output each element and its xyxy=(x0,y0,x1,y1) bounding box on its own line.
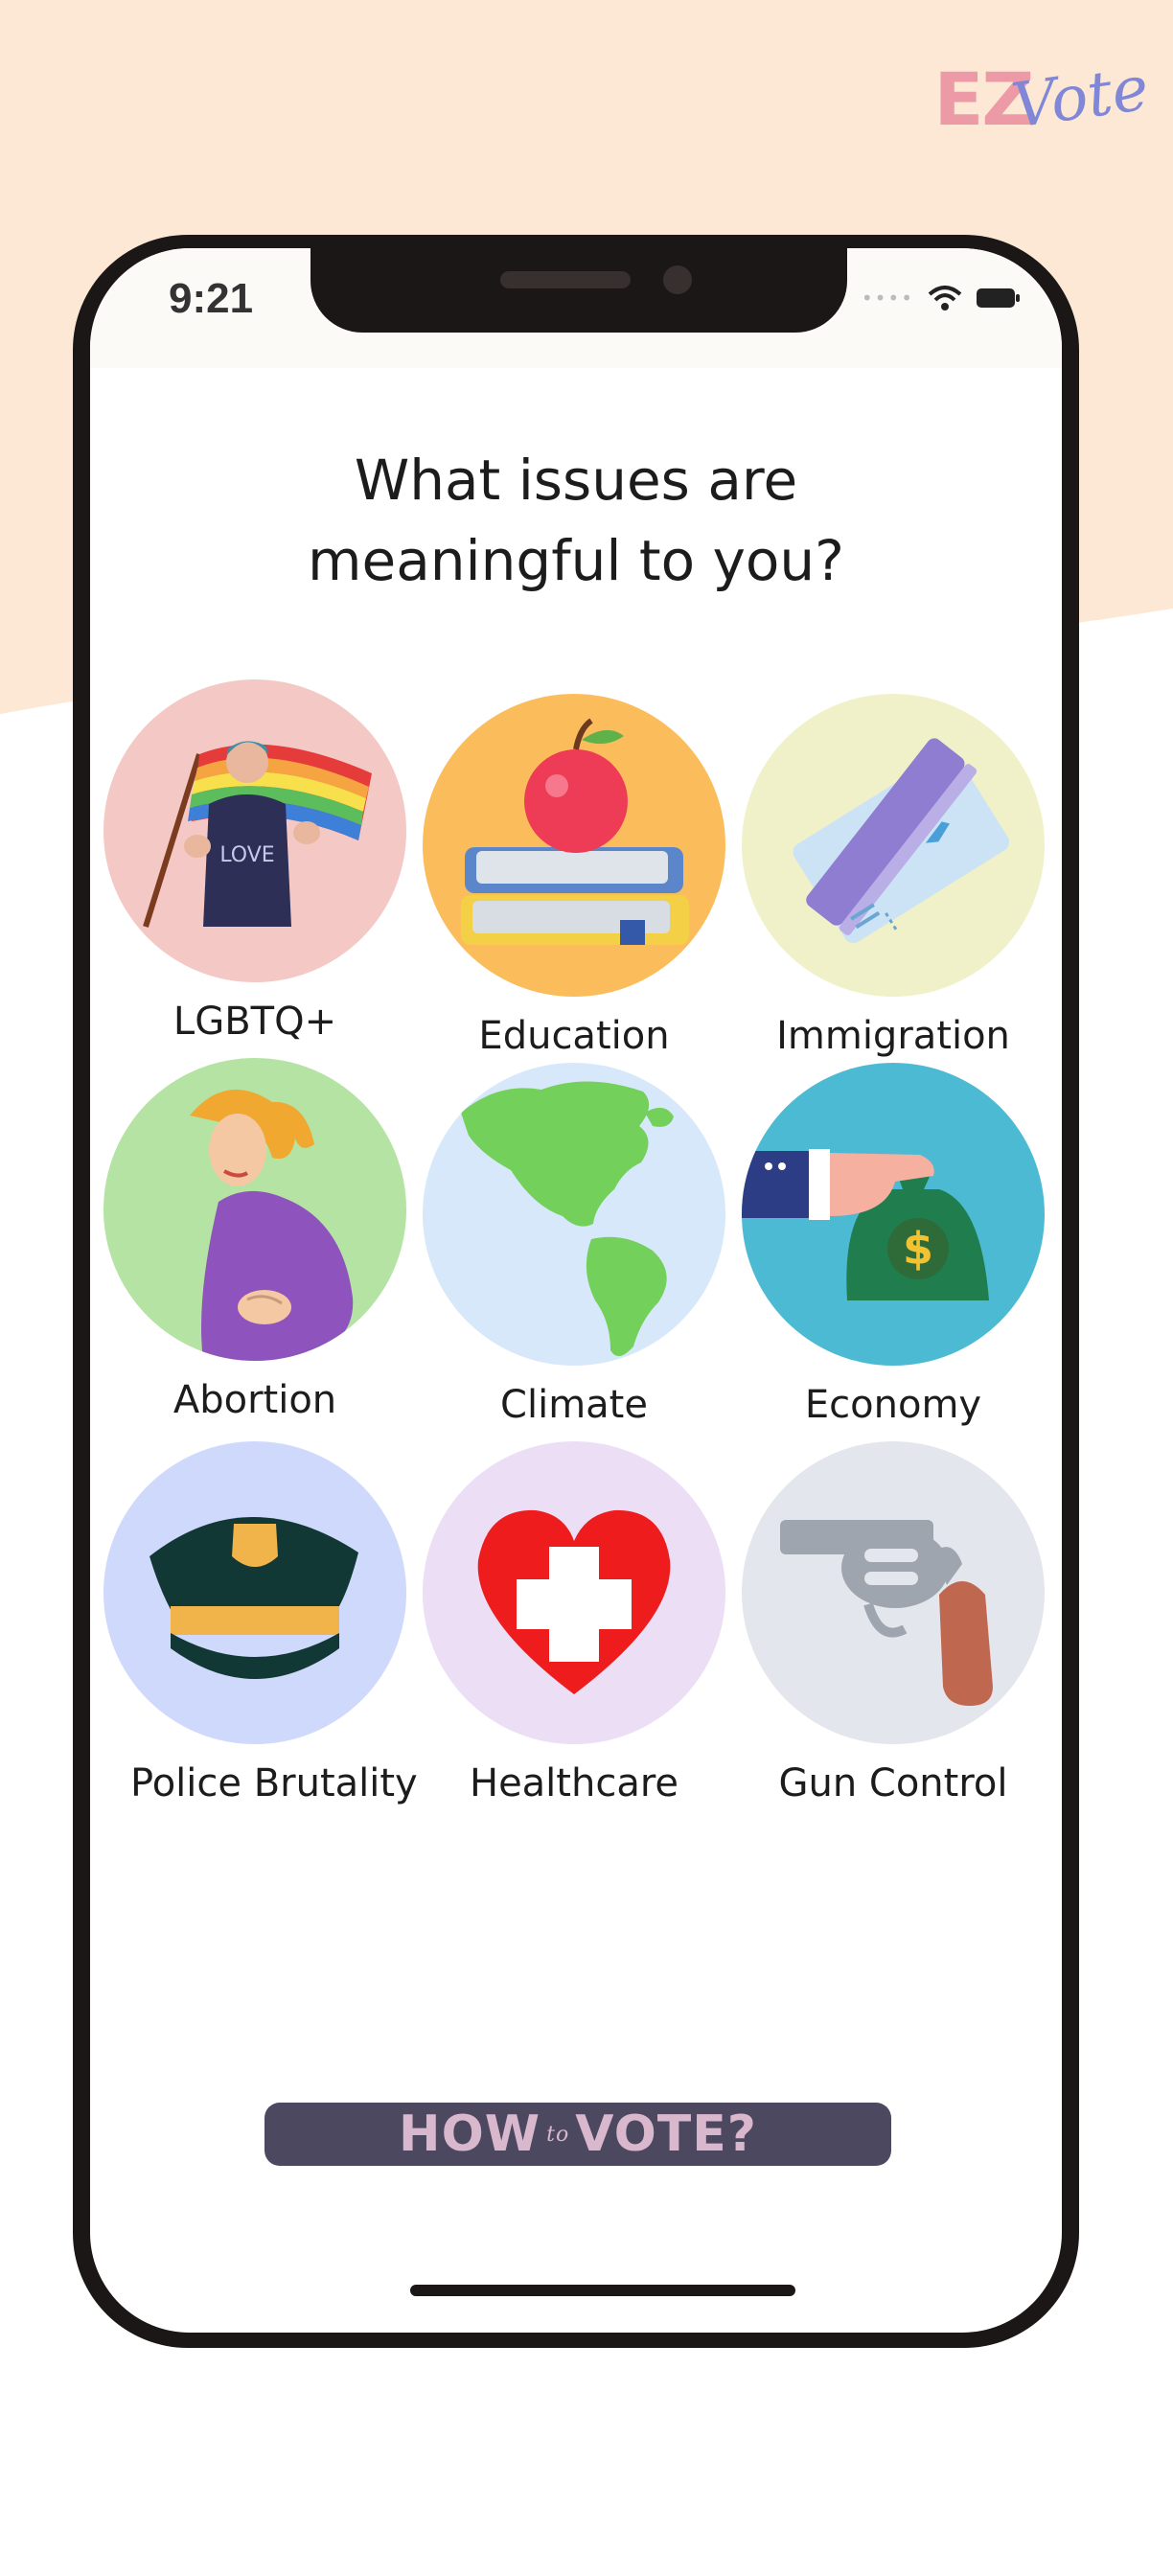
svg-text:$: $ xyxy=(903,1223,933,1275)
how-to-vote-button[interactable]: HOW to VOTE? xyxy=(264,2103,891,2166)
question-heading: What issues are meaningful to you? xyxy=(90,440,1062,601)
issue-label: Economy xyxy=(804,1383,982,1427)
issue-label: LGBTQ+ xyxy=(172,1000,337,1044)
cta-middle: to xyxy=(546,2122,570,2147)
brand-script: Vote xyxy=(1007,53,1153,143)
phone-frame: 9:21 •••• What issues are meaningful to … xyxy=(73,235,1079,2348)
issue-immigration[interactable]: Immigration xyxy=(740,694,1046,1058)
issue-label: Climate xyxy=(500,1383,648,1427)
issue-label: Gun Control xyxy=(778,1761,1008,1806)
issue-economy[interactable]: $ Economy xyxy=(740,1063,1046,1427)
revolver-icon xyxy=(742,1441,1045,1744)
issue-label: Police Brutality xyxy=(130,1761,418,1806)
svg-text:LOVE: LOVE xyxy=(219,843,274,867)
issue-label: Healthcare xyxy=(469,1761,679,1806)
issue-climate[interactable]: Climate xyxy=(421,1063,727,1427)
brand-logo: EZ Vote xyxy=(934,50,1153,143)
cta-left: HOW xyxy=(399,2105,541,2163)
home-indicator[interactable] xyxy=(410,2285,795,2296)
money-bag-icon: $ xyxy=(742,1063,1045,1366)
books-apple-icon xyxy=(423,694,725,997)
status-time: 9:21 xyxy=(169,275,254,322)
police-cap-icon xyxy=(104,1441,406,1744)
issue-label: Immigration xyxy=(776,1014,1010,1058)
wifi-icon xyxy=(928,286,962,310)
issue-gun-control[interactable]: Gun Control xyxy=(740,1441,1046,1806)
issue-label: Abortion xyxy=(172,1378,337,1422)
status-bar: 9:21 •••• xyxy=(90,248,1062,368)
pregnant-woman-icon xyxy=(104,1058,406,1361)
cta-right: VOTE? xyxy=(575,2105,757,2163)
heart-cross-icon xyxy=(423,1441,725,1744)
battery-icon xyxy=(977,288,1020,308)
phone-screen: 9:21 •••• What issues are meaningful to … xyxy=(90,248,1062,2333)
speaker-grille xyxy=(500,271,631,288)
question-line-2: meaningful to you? xyxy=(308,528,844,593)
front-camera xyxy=(663,265,692,294)
issue-abortion[interactable]: Abortion xyxy=(102,1058,408,1422)
issue-education[interactable]: Education xyxy=(421,694,727,1058)
question-line-1: What issues are xyxy=(354,448,798,513)
issue-healthcare[interactable]: Healthcare xyxy=(421,1441,727,1806)
globe-icon xyxy=(423,1063,725,1366)
issue-police-brutality[interactable]: Police Brutality xyxy=(102,1441,418,1806)
pride-flag-icon: LOVE xyxy=(104,679,406,982)
issue-lgbtq[interactable]: LOVE LGBTQ+ xyxy=(102,679,408,1044)
tickets-icon xyxy=(742,694,1045,997)
status-icons: •••• xyxy=(862,285,1022,311)
signal-icon: •••• xyxy=(861,287,914,310)
phone-notch xyxy=(310,248,847,333)
issue-label: Education xyxy=(478,1014,670,1058)
